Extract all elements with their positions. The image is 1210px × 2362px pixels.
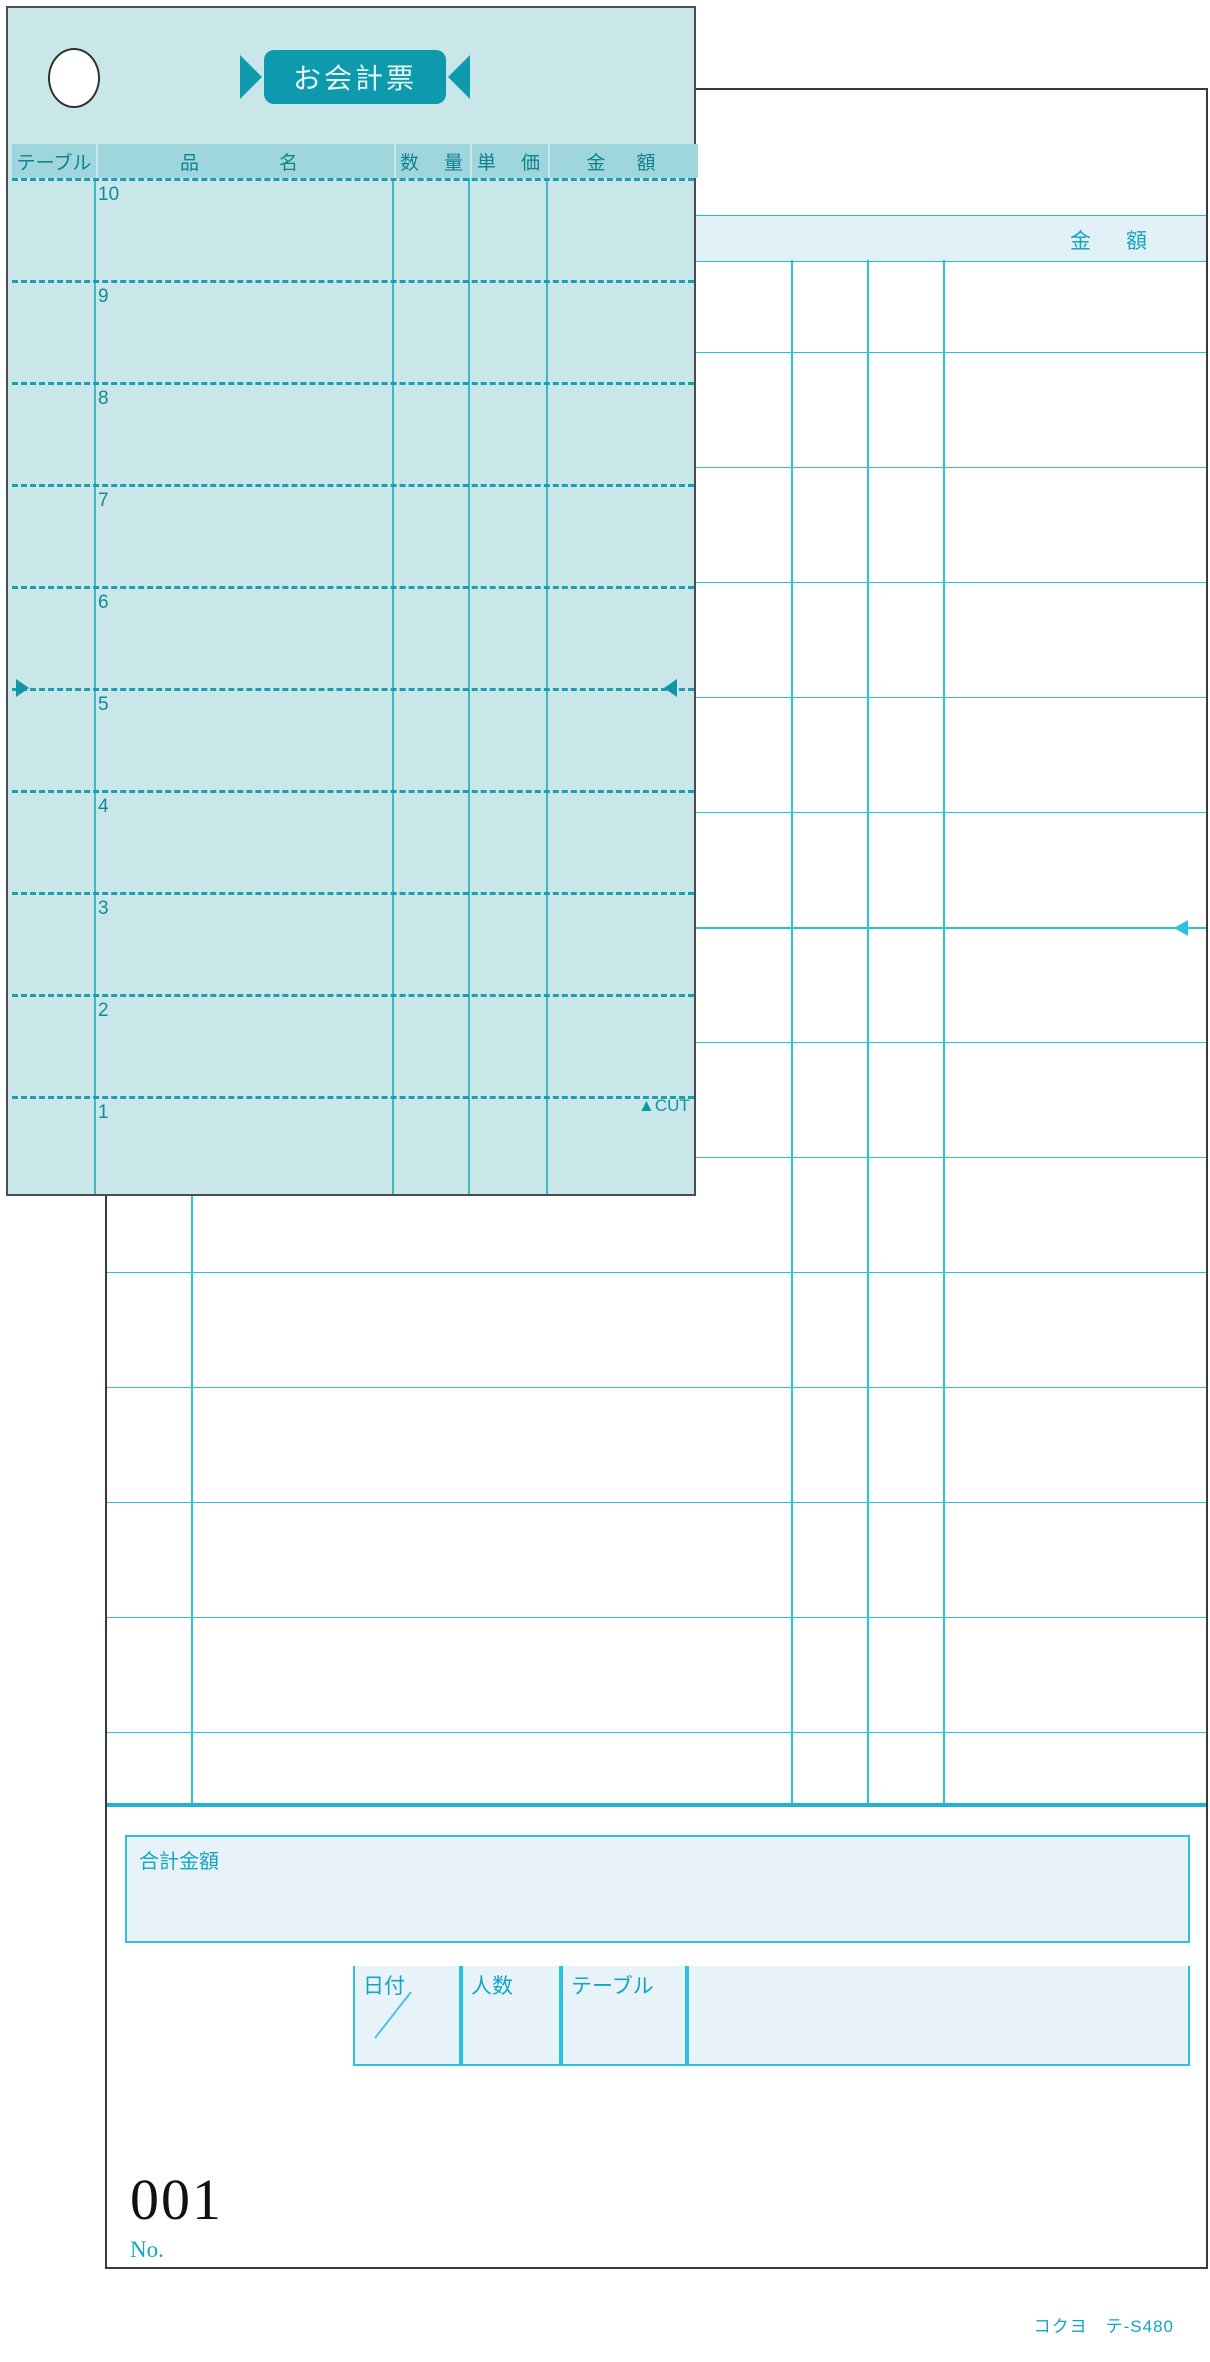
back-column-rule-2 [791,260,793,1805]
row-number: 6 [98,592,109,613]
left-triangle-icon [1174,920,1188,936]
column-header-amount: 金 額 [550,144,698,178]
front-table-header: テーブル 品 名 数 量 単 価 金 額 [12,144,698,178]
document-number: 001 [130,2167,223,2232]
field-table[interactable]: テーブル [561,1966,687,2066]
column-header-table: テーブル [12,144,96,178]
left-triangle-icon [664,679,677,697]
row-number: 9 [98,286,109,307]
field-blank[interactable] [687,1966,1190,2066]
front-column-rule-table [94,178,96,1194]
front-row-divider [12,1096,694,1099]
title-ribbon: お会計票 [239,50,471,104]
back-column-rule-3 [867,260,869,1805]
front-row-divider [12,280,694,283]
row-number: 8 [98,388,109,409]
cut-marker: ▲CUT [638,1096,690,1115]
front-row-divider [12,994,694,997]
ribbon-right-tail-icon [448,55,470,99]
right-triangle-icon [16,679,29,697]
field-people-count[interactable]: 人数 [461,1966,561,2066]
total-amount-box[interactable]: 合計金額 [125,1835,1190,1943]
front-row-divider [12,790,694,793]
brand-product-code: コクヨ テ-S480 [1033,2317,1174,2336]
row-number: 1 [98,1102,109,1123]
front-row-divider [12,484,694,487]
front-row-divider [12,892,694,895]
front-column-rule-item [392,178,394,1194]
row-number: 5 [98,694,109,715]
date-slash-icon [374,1991,412,2039]
row-number: 10 [98,184,120,205]
front-row-divider [12,688,694,691]
front-row-divider [12,382,694,385]
row-number: 4 [98,796,109,817]
front-row-divider [12,586,694,589]
document-number-label: No. [130,2237,164,2262]
back-row-rule [107,1617,1206,1618]
ribbon-left-tail-icon [240,55,262,99]
column-header-item-name: 品 名 [98,144,394,178]
page-title: お会計票 [292,63,417,94]
back-sheet-separator-rule [107,1803,1206,1807]
field-people-count-label: 人数 [471,1975,513,1998]
row-number: 3 [98,898,109,919]
front-column-rule-qty [468,178,470,1194]
column-header-quantity: 数 量 [396,144,470,178]
back-row-rule [107,1732,1206,1733]
back-row-rule [107,1502,1206,1503]
punch-hole-icon [48,48,100,108]
front-row-divider [12,178,694,181]
front-column-rule-price [546,178,548,1194]
row-number: 7 [98,490,109,511]
back-sheet-header-amount-label: 金 額 [1070,230,1154,253]
column-header-unit-price: 単 価 [472,144,548,178]
front-sheet: お会計票 テーブル 品 名 数 量 単 価 金 額 10 9 8 7 6 5 4… [6,6,698,1196]
back-column-rule-4 [943,260,945,1805]
field-date[interactable]: 日付 [353,1966,461,2066]
back-row-rule [107,1387,1206,1388]
field-table-label: テーブル [571,1975,654,1998]
total-amount-label: 合計金額 [139,1851,219,1873]
row-number: 2 [98,1000,109,1021]
back-row-rule [107,1272,1206,1273]
